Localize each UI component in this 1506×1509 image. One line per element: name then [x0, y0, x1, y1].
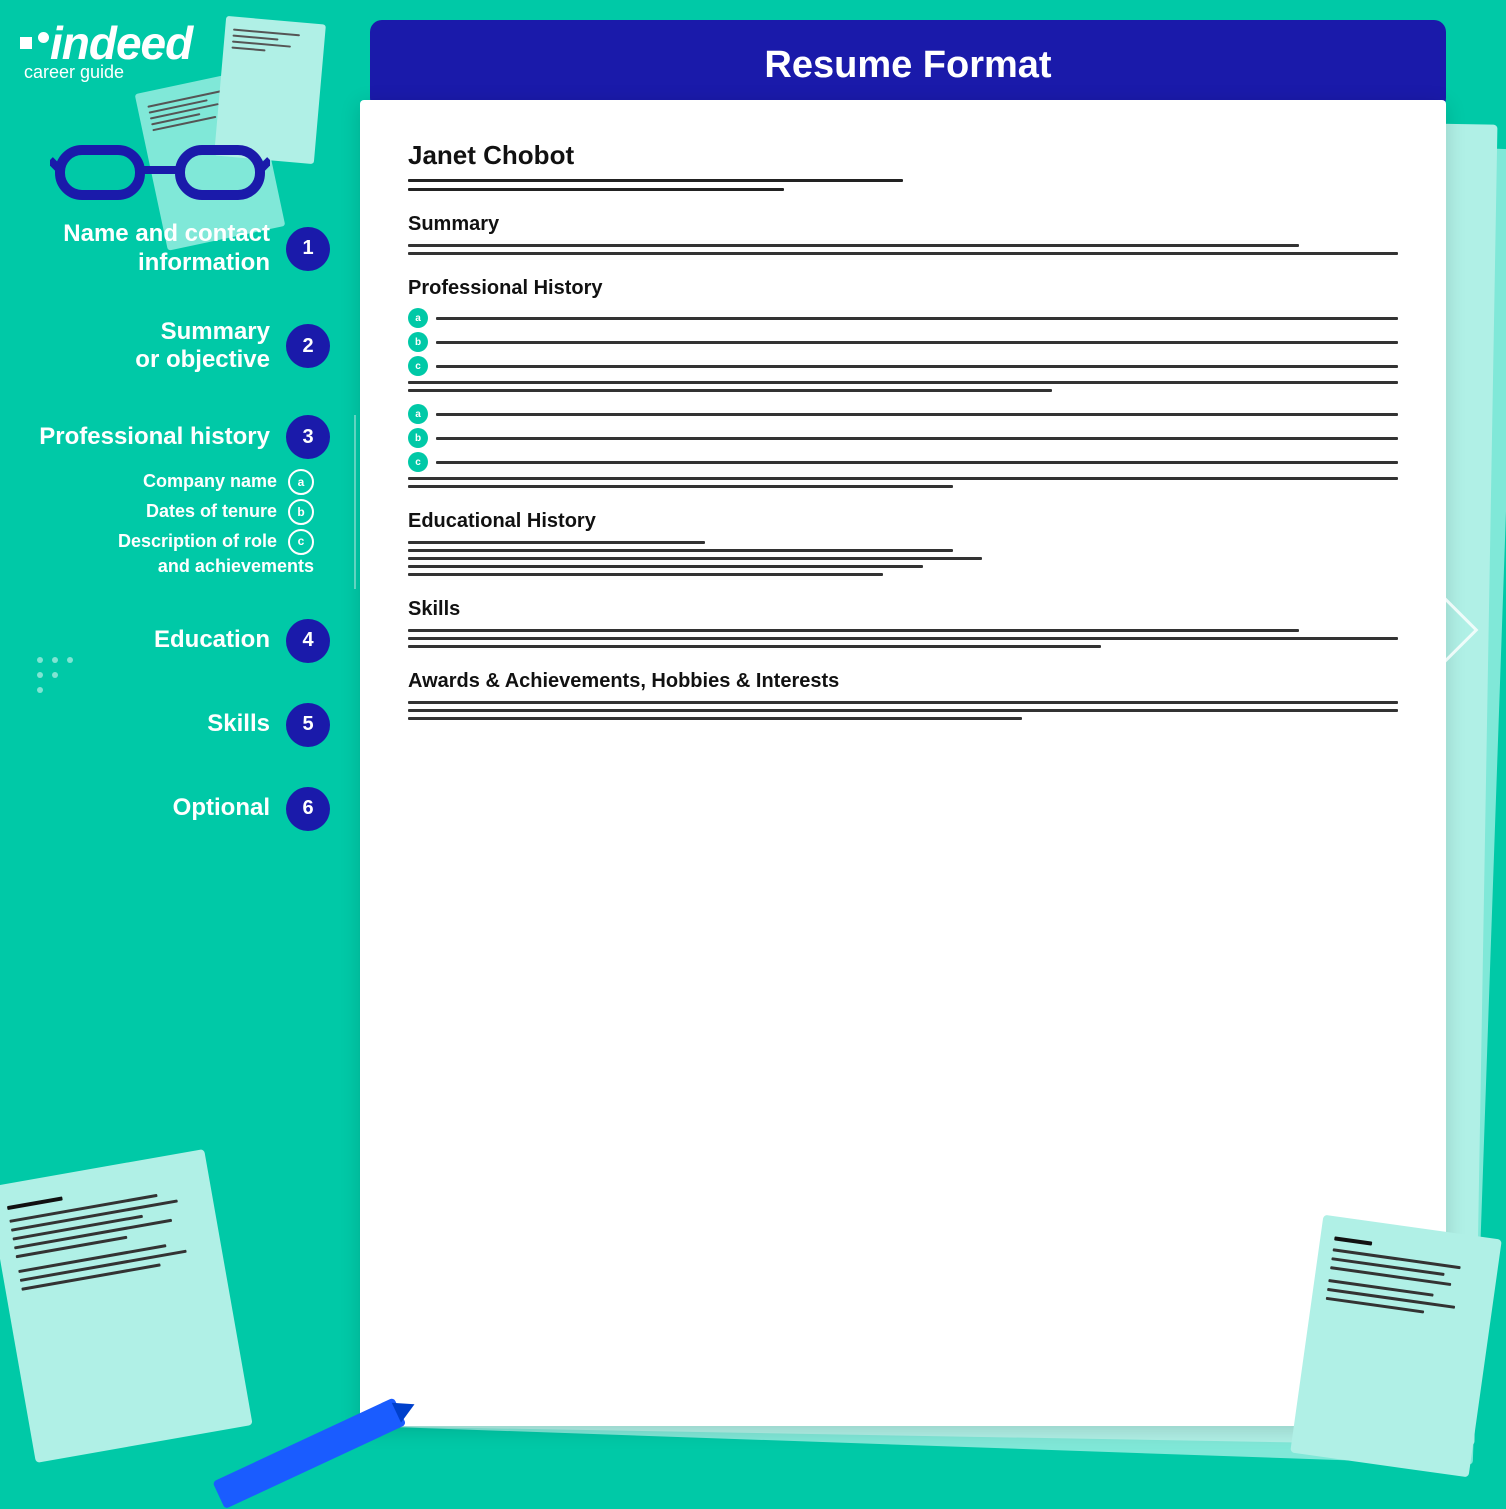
sidebar-number-3: 3: [286, 415, 330, 459]
sidebar-item-1: Name and contact information 1: [20, 220, 330, 278]
edu-line-2: [408, 549, 953, 552]
prof-extra-2: [408, 389, 1052, 392]
section-prof-title: Professional History: [408, 277, 1398, 300]
bullet-c: c: [408, 356, 428, 376]
skills-line-3: [408, 645, 1101, 648]
resume-container: Janet Chobot Summary Professional Histor…: [360, 100, 1476, 1426]
name-line-1: [408, 179, 903, 182]
decorative-dots: [30, 650, 90, 715]
prof-line-a1: [436, 317, 1398, 320]
bullet-b2: b: [408, 428, 428, 448]
sidebar-item-3-container: Professional history 3 Company name a Da…: [20, 415, 330, 578]
sidebar-item-6: Optional 6: [20, 787, 330, 831]
section-edu-title: Educational History: [408, 510, 1398, 533]
awards-line-1: [408, 701, 1398, 704]
name-line-2: [408, 188, 784, 191]
sidebar-item-3: Professional history 3: [20, 415, 330, 459]
edu-line-1: [408, 541, 705, 544]
prof2-extra-1: [408, 477, 1398, 480]
subitem-company: Company name a: [20, 469, 314, 495]
subitem-description: Description of role cand achievements: [20, 529, 314, 578]
sidebar-label-1: Name and contact information: [20, 220, 286, 278]
bullet-c2: c: [408, 452, 428, 472]
badge-b: b: [288, 499, 314, 525]
prof2-extra-2: [408, 485, 953, 488]
sidebar-label-2: Summaryor objective: [20, 318, 286, 376]
prof-line-c2: [436, 461, 1398, 464]
summary-line-1: [408, 244, 1299, 247]
edu-line-4: [408, 565, 923, 568]
sidebar-label-3: Professional history: [20, 423, 286, 452]
sidebar-number-5: 5: [286, 703, 330, 747]
header-bar: Resume Format: [370, 20, 1446, 110]
section-summary-title: Summary: [408, 213, 1398, 236]
job2-container: a b c: [408, 404, 1398, 488]
bullet-a: a: [408, 308, 428, 328]
section-awards-title: Awards & Achievements, Hobbies & Interes…: [408, 670, 1398, 693]
glasses-icon: [50, 130, 270, 210]
sidebar-number-1: 1: [286, 227, 330, 271]
summary-line-2: [408, 252, 1398, 255]
prof-bullet-a1: a: [408, 308, 1398, 328]
sidebar-item-2: Summaryor objective 2: [20, 318, 330, 376]
subitem-dates: Dates of tenure b: [20, 499, 314, 525]
resume-name: Janet Chobot: [408, 140, 1398, 171]
decorative-paper-bottom-right: [1290, 1215, 1502, 1478]
badge-a: a: [288, 469, 314, 495]
sidebar: Name and contact information 1 Summaryor…: [20, 220, 330, 871]
resume-page: Janet Chobot Summary Professional Histor…: [360, 100, 1446, 1426]
prof-bullet-c2: c: [408, 452, 1398, 472]
prof-line-a2: [436, 413, 1398, 416]
sidebar-label-6: Optional: [20, 794, 286, 823]
skills-line-1: [408, 629, 1299, 632]
sidebar-number-6: 6: [286, 787, 330, 831]
skills-line-2: [408, 637, 1398, 640]
awards-line-3: [408, 717, 1022, 720]
awards-line-2: [408, 709, 1398, 712]
prof-line-b2: [436, 437, 1398, 440]
section-skills-title: Skills: [408, 598, 1398, 621]
prof-bullet-a2: a: [408, 404, 1398, 424]
sidebar-number-2: 2: [286, 324, 330, 368]
prof-extra-1: [408, 381, 1398, 384]
header-title: Resume Format: [764, 44, 1051, 87]
logo-name: indeed: [38, 20, 192, 66]
edu-line-3: [408, 557, 982, 560]
sidebar-subitems-3: Company name a Dates of tenure b Descrip…: [20, 469, 330, 578]
prof-line-c1: [436, 365, 1398, 368]
prof-line-b1: [436, 341, 1398, 344]
sidebar-number-4: 4: [286, 619, 330, 663]
bullet-a2: a: [408, 404, 428, 424]
bullet-b: b: [408, 332, 428, 352]
badge-c: c: [288, 529, 314, 555]
prof-bullet-c1: c: [408, 356, 1398, 376]
logo-area: indeed career guide: [20, 20, 300, 83]
edu-line-5: [408, 573, 883, 576]
divider-3: [354, 415, 356, 588]
prof-bullet-b1: b: [408, 332, 1398, 352]
prof-bullet-b2: b: [408, 428, 1398, 448]
